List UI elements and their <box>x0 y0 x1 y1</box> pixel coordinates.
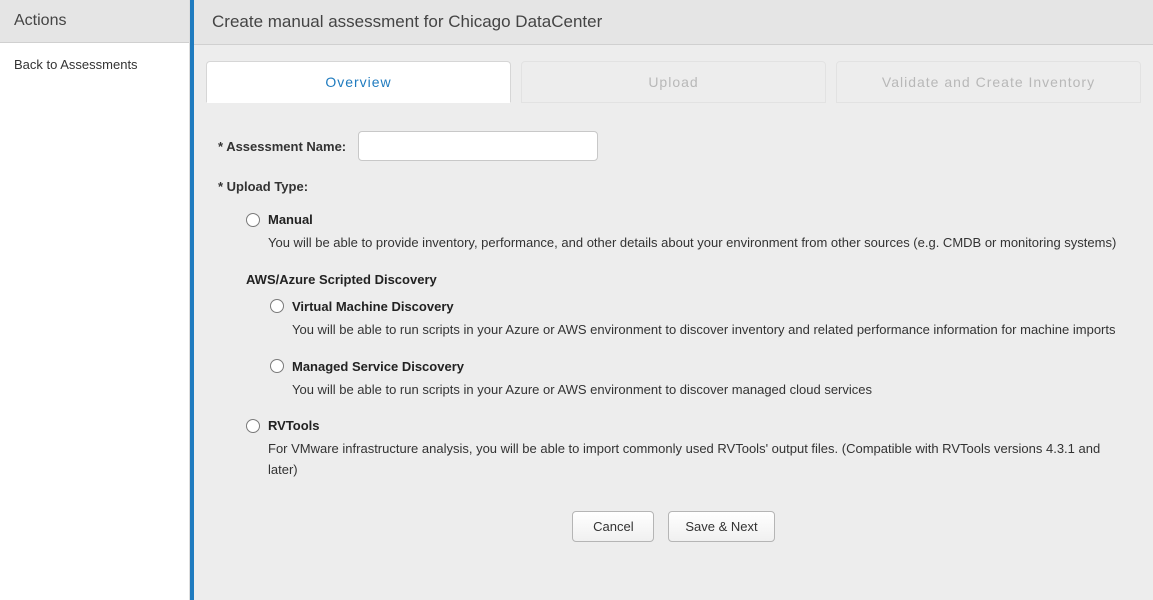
tab-validate-create-inventory[interactable]: Validate and Create Inventory <box>836 61 1141 103</box>
radio-rvtools[interactable] <box>246 419 260 433</box>
wizard-tabs: Overview Upload Validate and Create Inve… <box>206 61 1141 103</box>
back-to-assessments-link[interactable]: Back to Assessments <box>14 57 175 72</box>
option-rvtools: RVTools For VMware infrastructure analys… <box>246 418 1129 481</box>
sidebar: Actions Back to Assessments <box>0 0 190 600</box>
scripted-discovery-group: AWS/Azure Scripted Discovery Virtual Mac… <box>246 272 1129 401</box>
option-vm-discovery-desc: You will be able to run scripts in your … <box>270 320 1129 341</box>
tab-overview[interactable]: Overview <box>206 61 511 103</box>
option-managed-discovery: Managed Service Discovery You will be ab… <box>270 359 1129 401</box>
option-managed-discovery-desc: You will be able to run scripts in your … <box>270 380 1129 401</box>
assessment-name-input[interactable] <box>358 131 598 161</box>
radio-manual[interactable] <box>246 213 260 227</box>
sidebar-title: Actions <box>0 0 189 43</box>
option-managed-discovery-title: Managed Service Discovery <box>292 359 464 374</box>
option-vm-discovery: Virtual Machine Discovery You will be ab… <box>270 299 1129 341</box>
radio-managed-discovery[interactable] <box>270 359 284 373</box>
scripted-discovery-title: AWS/Azure Scripted Discovery <box>246 272 1129 287</box>
option-manual: Manual You will be able to provide inven… <box>246 212 1129 254</box>
tab-upload[interactable]: Upload <box>521 61 826 103</box>
option-rvtools-title: RVTools <box>268 418 320 433</box>
page-title: Create manual assessment for Chicago Dat… <box>194 0 1153 45</box>
main-panel: Create manual assessment for Chicago Dat… <box>190 0 1153 600</box>
option-manual-title: Manual <box>268 212 313 227</box>
upload-type-label: * Upload Type: <box>218 179 1129 194</box>
radio-vm-discovery[interactable] <box>270 299 284 313</box>
option-rvtools-desc: For VMware infrastructure analysis, you … <box>246 439 1129 481</box>
assessment-name-label: * Assessment Name: <box>218 139 358 154</box>
button-row: Cancel Save & Next <box>218 511 1129 542</box>
option-vm-discovery-title: Virtual Machine Discovery <box>292 299 454 314</box>
option-manual-desc: You will be able to provide inventory, p… <box>246 233 1129 254</box>
save-next-button[interactable]: Save & Next <box>668 511 774 542</box>
cancel-button[interactable]: Cancel <box>572 511 654 542</box>
